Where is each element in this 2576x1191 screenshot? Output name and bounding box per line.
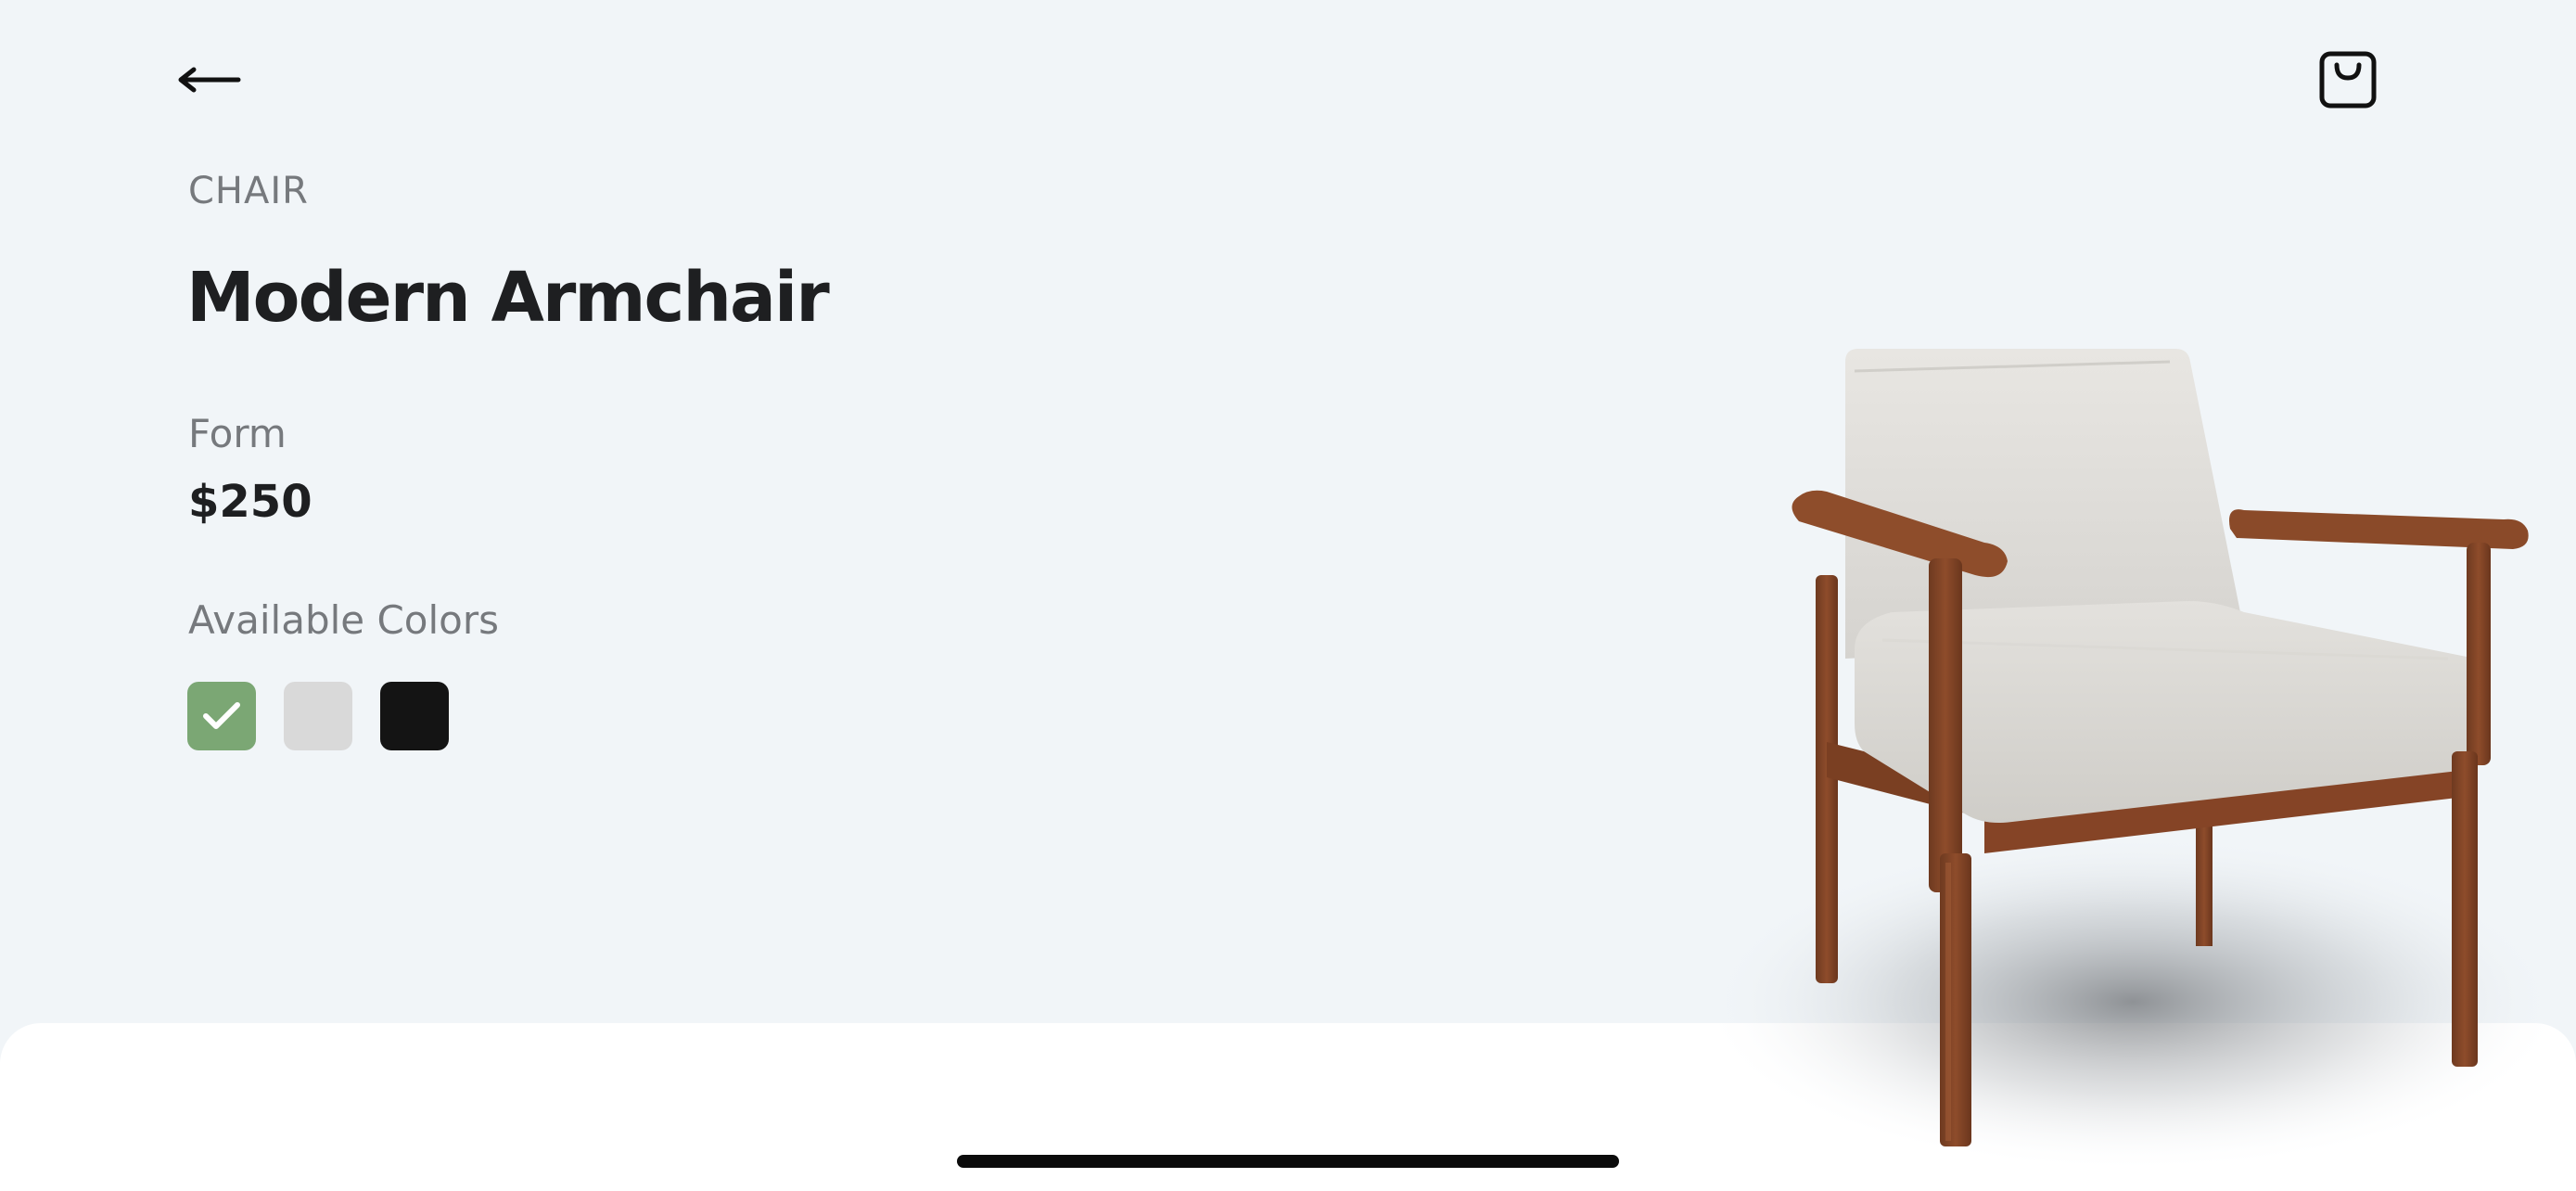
- checkmark-icon: [203, 702, 240, 729]
- product-image: [1576, 306, 2576, 1191]
- product-category: CHAIR: [188, 170, 309, 212]
- back-button[interactable]: [174, 54, 245, 106]
- arrow-left-icon: [178, 67, 241, 93]
- available-colors-label: Available Colors: [188, 597, 499, 643]
- product-brand: Form: [188, 411, 287, 456]
- shopping-bag-icon: [2319, 51, 2377, 109]
- home-indicator: [957, 1155, 1619, 1168]
- product-title: Modern Armchair: [186, 258, 830, 338]
- color-swatch-black[interactable]: [380, 682, 449, 750]
- color-swatch-light-gray[interactable]: [284, 682, 352, 750]
- color-swatch-green[interactable]: [187, 682, 256, 750]
- cart-button[interactable]: [2315, 46, 2381, 113]
- product-price: $250: [188, 476, 312, 528]
- color-swatches: [187, 682, 449, 750]
- product-detail-screen: CHAIR Modern Armchair Form $250 Availabl…: [0, 0, 2576, 1191]
- armchair-image: [1706, 349, 2559, 1169]
